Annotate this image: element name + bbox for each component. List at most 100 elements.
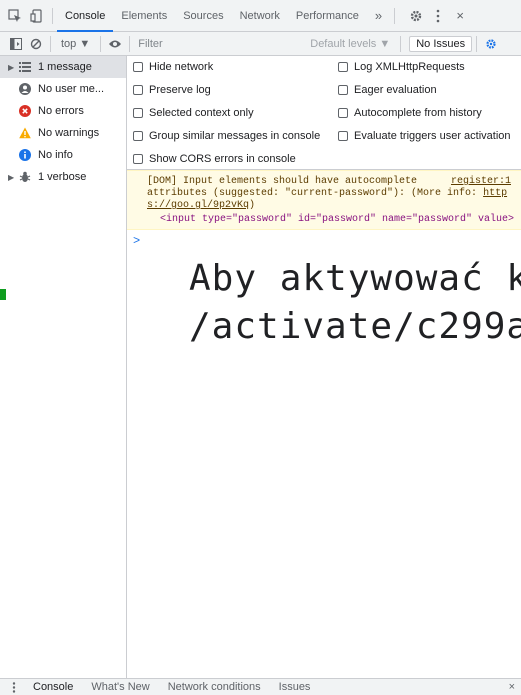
more-info-link-continued[interactable]: s://goo.gl/9p2vKq	[147, 200, 249, 211]
drawer-menu-icon[interactable]	[4, 677, 24, 695]
sidebar-item-label: No errors	[38, 105, 84, 117]
selected-context-option[interactable]: Selected context only	[133, 107, 254, 119]
devtools-window: Console Elements Sources Network Perform…	[0, 0, 521, 695]
bug-icon	[18, 170, 32, 184]
option-label: Selected context only	[149, 107, 254, 119]
tab-divider	[52, 7, 53, 24]
show-cors-checkbox[interactable]	[133, 154, 143, 164]
tab-divider	[394, 7, 396, 24]
issues-button[interactable]: No Issues	[409, 35, 473, 52]
selected-context-checkbox[interactable]	[133, 108, 143, 118]
context-selector[interactable]: top ▼	[55, 38, 96, 50]
warning-text-line: attributes (suggested: "current-password…	[147, 188, 507, 199]
log-xhr-option[interactable]: Log XMLHttpRequests	[338, 61, 465, 73]
sidebar-item-messages[interactable]: ▶ 1 message	[0, 56, 126, 78]
more-tabs-button[interactable]: »	[367, 0, 390, 32]
toolbar-divider	[100, 35, 102, 52]
warning-source-link[interactable]: register:1	[451, 176, 511, 187]
evaluate-triggers-option[interactable]: Evaluate triggers user activation	[338, 130, 511, 142]
log-xhr-checkbox[interactable]	[338, 62, 348, 72]
drawer-tab-console[interactable]: Console	[24, 681, 82, 693]
warning-text-line: s://goo.gl/9p2vKq)	[147, 200, 255, 211]
sidebar-item-info[interactable]: No info	[0, 144, 126, 166]
warning-text: )	[249, 200, 256, 211]
devtools-tab-bar: Console Elements Sources Network Perform…	[0, 0, 521, 32]
toolbar-divider	[129, 35, 131, 52]
option-label: Hide network	[149, 61, 214, 73]
preserve-log-checkbox[interactable]	[133, 85, 143, 95]
autocomplete-checkbox[interactable]	[338, 108, 348, 118]
option-label: Log XMLHttpRequests	[354, 61, 465, 73]
option-label: Autocomplete from history	[354, 107, 482, 119]
warning-text: attributes (suggested: "current-password…	[147, 188, 484, 199]
drawer-tab-issues[interactable]: Issues	[270, 681, 320, 693]
clear-console-icon[interactable]	[26, 34, 46, 54]
autocomplete-option[interactable]: Autocomplete from history	[338, 107, 482, 119]
toolbar-divider	[400, 35, 402, 52]
drawer-tab-whats-new[interactable]: What's New	[82, 681, 158, 693]
sidebar-item-label: 1 verbose	[38, 171, 87, 183]
warning-text-line: [DOM] Input elements should have autocom…	[147, 176, 418, 187]
info-icon	[18, 148, 32, 162]
tab-sources[interactable]: Sources	[175, 0, 231, 32]
sidebar-item-label: 1 message	[38, 61, 92, 73]
tab-console[interactable]: Console	[57, 0, 114, 32]
error-icon	[18, 104, 32, 118]
console-toolbar: top ▼ Default levels ▼ No Issues	[0, 32, 521, 56]
sidebar-toggle-icon[interactable]	[6, 34, 26, 54]
console-settings-gear-icon[interactable]	[481, 34, 501, 54]
eager-evaluation-checkbox[interactable]	[338, 85, 348, 95]
log-levels-dropdown[interactable]: Default levels ▼	[304, 38, 396, 50]
option-label: Group similar messages in console	[149, 130, 321, 142]
toolbar-divider	[476, 35, 478, 52]
sidebar-item-label: No user me...	[38, 83, 105, 95]
large-console-text-line-2: /activate/c299a	[189, 306, 521, 347]
sidebar-item-verbose[interactable]: ▶ 1 verbose	[0, 166, 126, 188]
tab-network[interactable]: Network	[232, 0, 288, 32]
kebab-menu-icon[interactable]	[427, 5, 449, 27]
option-label: Preserve log	[149, 84, 211, 96]
console-settings-pane: Hide network Preserve log Selected conte…	[127, 56, 521, 170]
preserve-log-option[interactable]: Preserve log	[133, 84, 211, 96]
warning-icon	[18, 126, 32, 140]
option-label: Evaluate triggers user activation	[354, 130, 511, 142]
eye-icon[interactable]	[105, 34, 125, 54]
user-icon	[18, 82, 32, 96]
list-icon	[18, 60, 32, 74]
option-label: Eager evaluation	[354, 84, 437, 96]
console-prompt[interactable]: >	[133, 234, 140, 248]
device-toolbar-icon[interactable]	[26, 5, 48, 27]
tab-elements[interactable]: Elements	[113, 0, 175, 32]
large-console-text-line-1: Aby aktywować k	[189, 258, 521, 299]
group-similar-checkbox[interactable]	[133, 131, 143, 141]
drawer-close-icon[interactable]: ×	[500, 681, 521, 693]
expand-arrow-icon[interactable]: ▶	[8, 63, 18, 72]
sidebar-item-warnings[interactable]: No warnings	[0, 122, 126, 144]
sidebar-item-errors[interactable]: No errors	[0, 100, 126, 122]
evaluate-triggers-checkbox[interactable]	[338, 131, 348, 141]
eager-evaluation-option[interactable]: Eager evaluation	[338, 84, 437, 96]
sidebar-item-label: No warnings	[38, 127, 100, 139]
close-icon[interactable]: ×	[449, 5, 471, 27]
filter-input[interactable]	[134, 34, 305, 53]
drawer-tab-bar: Console What's New Network conditions Is…	[0, 678, 521, 695]
inspect-element-icon[interactable]	[4, 5, 26, 27]
expand-arrow-icon[interactable]: ▶	[8, 173, 18, 182]
more-info-link[interactable]: http	[483, 188, 507, 199]
hide-network-option[interactable]: Hide network	[133, 61, 213, 73]
console-sidebar: ▶ 1 message No user me... No errors No w…	[0, 56, 127, 678]
tab-performance[interactable]: Performance	[288, 0, 367, 32]
console-messages: [DOM] Input elements should have autocom…	[127, 170, 521, 678]
show-cors-option[interactable]: Show CORS errors in console	[133, 153, 296, 165]
drawer-tab-network-conditions[interactable]: Network conditions	[159, 681, 270, 693]
sidebar-item-user-messages[interactable]: No user me...	[0, 78, 126, 100]
hide-network-checkbox[interactable]	[133, 62, 143, 72]
sidebar-item-label: No info	[38, 149, 73, 161]
green-marker	[0, 289, 6, 300]
group-similar-option[interactable]: Group similar messages in console	[133, 130, 320, 142]
console-warning-message: [DOM] Input elements should have autocom…	[127, 170, 521, 230]
toolbar-divider	[50, 35, 51, 52]
option-label: Show CORS errors in console	[149, 153, 296, 165]
gear-icon[interactable]	[405, 5, 427, 27]
warning-code-snippet[interactable]: <input type="password" id="password" nam…	[160, 214, 514, 225]
